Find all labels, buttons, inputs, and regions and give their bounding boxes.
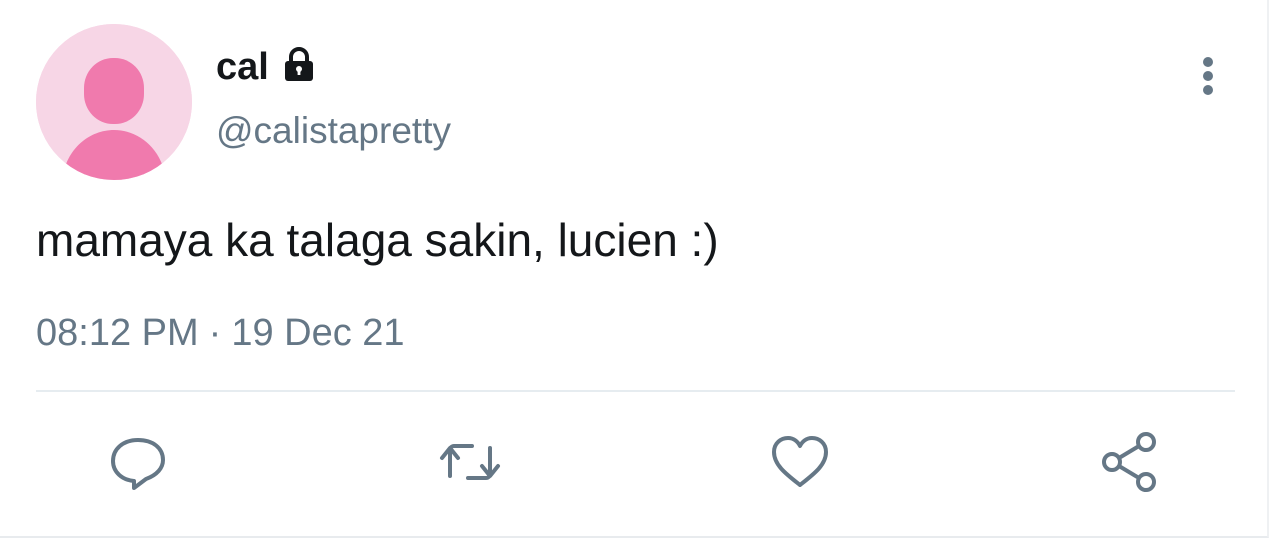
like-button[interactable] — [768, 430, 832, 494]
divider — [36, 390, 1235, 392]
more-vertical-icon[interactable] — [1192, 54, 1224, 100]
reply-button[interactable] — [106, 430, 170, 494]
reply-icon — [111, 438, 165, 490]
retweet-icon — [440, 444, 500, 480]
share-button[interactable] — [1098, 430, 1162, 494]
heart-icon — [772, 436, 828, 487]
tweet-text: mamaya ka talaga sakin, lucien :) — [36, 214, 719, 266]
default-avatar-icon — [36, 24, 192, 180]
lock-icon — [279, 44, 319, 84]
retweet-button[interactable] — [438, 430, 502, 494]
share-icon — [1102, 432, 1156, 492]
display-name-row: cal — [216, 44, 319, 90]
tweet-timestamp[interactable]: 08:12 PM · 19 Dec 21 — [36, 308, 405, 358]
avatar[interactable] — [36, 24, 192, 180]
display-name[interactable]: cal — [216, 44, 269, 90]
timestamp-separator: · — [208, 312, 222, 354]
tweet-time: 08:12 PM — [36, 312, 199, 354]
user-handle[interactable]: @calistapretty — [216, 108, 451, 154]
tweet-card: cal @calistapretty mamaya ka talaga saki… — [0, 0, 1269, 538]
tweet-date: 19 Dec 21 — [231, 312, 405, 354]
